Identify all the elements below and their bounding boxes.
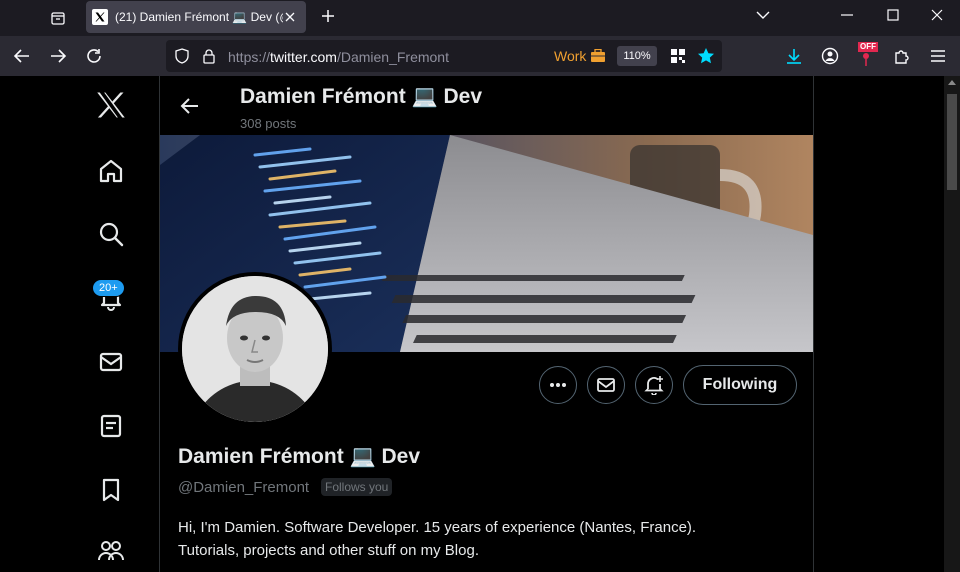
post-count: 308 posts bbox=[240, 116, 297, 131]
browser-toolbar: https://twitter.com/Damien_Fremont Work … bbox=[0, 36, 960, 76]
extensions-puzzle-icon[interactable] bbox=[888, 42, 916, 70]
menu-hamburger-icon[interactable] bbox=[924, 42, 952, 70]
url-text: https://twitter.com/Damien_Fremont bbox=[228, 49, 449, 65]
follows-you-badge: Follows you bbox=[321, 478, 393, 496]
minimize-icon[interactable] bbox=[824, 0, 870, 30]
bio-line-1: Hi, I'm Damien. Software Developer. 15 y… bbox=[178, 519, 697, 536]
downloads-icon[interactable] bbox=[780, 42, 808, 70]
envelope-icon bbox=[597, 378, 615, 392]
reload-icon[interactable] bbox=[80, 42, 108, 70]
account-icon[interactable] bbox=[816, 42, 844, 70]
bookmark-star-icon[interactable] bbox=[697, 47, 715, 70]
more-options-button[interactable] bbox=[539, 366, 577, 404]
tab-overflow-chevron-icon[interactable] bbox=[740, 0, 786, 30]
tab-list-icon[interactable] bbox=[44, 4, 72, 32]
url-path: /Damien_Fremont bbox=[336, 49, 449, 65]
home-icon[interactable] bbox=[96, 156, 126, 186]
profile-bio: Hi, I'm Damien. Software Developer. 15 y… bbox=[178, 516, 778, 562]
extension-badge: OFF bbox=[858, 42, 878, 52]
container-name: Work bbox=[554, 48, 587, 64]
bio-line-2: Tutorials, projects and other stuff on m… bbox=[178, 542, 479, 559]
x-logo-icon[interactable] bbox=[96, 90, 126, 120]
container-label[interactable]: Work bbox=[554, 48, 606, 64]
close-window-icon[interactable] bbox=[914, 0, 960, 30]
bookmarks-icon[interactable] bbox=[96, 475, 126, 505]
page-scrollbar[interactable] bbox=[944, 76, 960, 572]
scroll-up-arrow-icon[interactable] bbox=[948, 80, 956, 85]
extension-off-icon[interactable]: OFF bbox=[852, 42, 880, 70]
new-tab-icon[interactable] bbox=[316, 4, 340, 28]
header-profile-name: Damien Frémont 💻 Dev bbox=[240, 85, 483, 108]
url-host: twitter.com bbox=[270, 49, 337, 65]
profile-avatar[interactable] bbox=[178, 272, 332, 426]
avatar-portrait bbox=[182, 276, 328, 422]
browser-tab-strip: (21) Damien Frémont 💻 Dev (@Damien_Fremo… bbox=[0, 0, 960, 36]
message-button[interactable] bbox=[587, 366, 625, 404]
qr-code-icon[interactable] bbox=[670, 48, 686, 69]
forward-arrow-icon[interactable] bbox=[44, 42, 72, 70]
scrollbar-thumb[interactable] bbox=[947, 94, 957, 190]
search-icon[interactable] bbox=[96, 219, 126, 249]
messages-envelope-icon[interactable] bbox=[96, 347, 126, 377]
notify-bell-button[interactable] bbox=[635, 366, 673, 404]
back-arrow-icon[interactable] bbox=[176, 92, 204, 120]
communities-icon[interactable] bbox=[96, 536, 126, 566]
maximize-icon[interactable] bbox=[870, 0, 916, 30]
url-bar[interactable]: https://twitter.com/Damien_Fremont Work … bbox=[166, 40, 722, 72]
back-arrow-icon[interactable] bbox=[8, 42, 36, 70]
profile-column: Damien Frémont 💻 Dev 308 posts Following… bbox=[159, 76, 814, 572]
briefcase-icon bbox=[591, 49, 606, 62]
twitter-page: 20+ Damien Frémont 💻 Dev 308 posts Follo… bbox=[0, 76, 944, 572]
tab-title: (21) Damien Frémont 💻 Dev (@Damien_Fremo… bbox=[115, 10, 283, 24]
left-navigation: 20+ bbox=[80, 76, 142, 572]
more-dots-icon bbox=[550, 383, 566, 387]
lock-icon[interactable] bbox=[202, 48, 216, 69]
url-prefix: https:// bbox=[228, 49, 271, 65]
profile-handle: @Damien_Fremont bbox=[178, 479, 310, 496]
profile-display-name: Damien Frémont 💻 Dev bbox=[178, 445, 421, 468]
shield-icon[interactable] bbox=[174, 48, 190, 69]
bell-plus-icon bbox=[644, 376, 664, 395]
browser-tab-active[interactable]: (21) Damien Frémont 💻 Dev (@Damien_Fremo… bbox=[86, 1, 306, 33]
following-button[interactable]: Following bbox=[683, 365, 797, 405]
zoom-level[interactable]: 110% bbox=[617, 46, 657, 66]
notification-count-badge: 20+ bbox=[92, 279, 125, 297]
lists-icon[interactable] bbox=[96, 411, 126, 441]
x-favicon-icon bbox=[92, 9, 108, 25]
tab-close-icon[interactable] bbox=[282, 9, 298, 25]
